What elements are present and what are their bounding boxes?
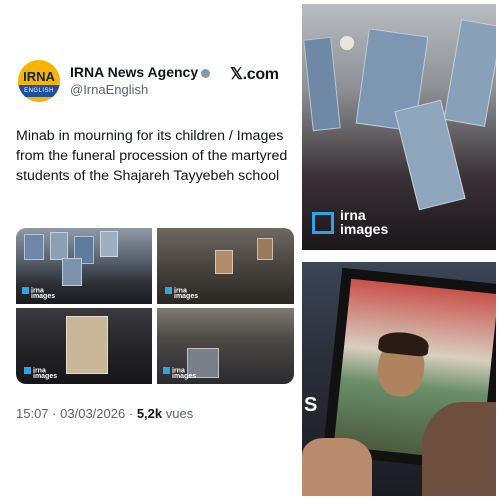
views-label: vues (165, 406, 194, 421)
held-photo (66, 316, 108, 374)
media-thumb-4[interactable]: irna images (157, 308, 294, 384)
media-grid: irna images irna images irna images irna ima… (16, 228, 294, 384)
account-handle[interactable]: @IrnaEnglish (70, 82, 148, 97)
avatar-logo-band: ENGLISH (18, 85, 60, 97)
meta-separator: · (52, 406, 57, 421)
held-photo (24, 234, 44, 260)
irna-images-watermark: irna images (163, 367, 196, 380)
verified-badge-icon (201, 68, 211, 78)
meta-separator: · (128, 406, 134, 421)
media-thumb-2[interactable]: irna images (157, 228, 294, 304)
media-thumb-1[interactable]: irna images (16, 228, 152, 304)
white-flower (340, 36, 354, 50)
tweet-date[interactable]: 03/03/2026 (60, 406, 125, 421)
irna-images-watermark: irna images (22, 287, 55, 300)
account-name-text: IRNA News Agency (70, 64, 199, 80)
held-photo (215, 250, 233, 274)
held-photo (62, 258, 82, 286)
tweet-meta: 15:07 · 03/03/2026 · 5,2k vues (16, 406, 193, 421)
tweet-time[interactable]: 15:07 (16, 406, 49, 421)
held-photo (443, 19, 496, 127)
avatar-logo-text: IRNA (23, 69, 55, 84)
mourner-head (422, 402, 496, 496)
edge-letter: S (304, 394, 318, 416)
held-photo (50, 232, 68, 260)
irna-images-watermark: irna images (24, 367, 57, 380)
held-photo (257, 238, 273, 260)
tweet-card: IRNA ENGLISH IRNA News Agency @IrnaEngli… (0, 0, 300, 500)
irna-images-watermark: irna images (165, 287, 198, 300)
photo-top-right[interactable]: irna images (302, 4, 496, 250)
tweet-text: Minab in mourning for its children / Ima… (16, 128, 288, 184)
x-logo: 𝕏.com (230, 66, 279, 83)
held-photo (100, 231, 118, 257)
avatar[interactable]: IRNA ENGLISH (18, 60, 60, 102)
mourner-hand (302, 438, 372, 496)
held-photo (303, 36, 341, 132)
views-count: 5,2k (136, 406, 163, 421)
photo-bottom-right[interactable]: S (302, 262, 496, 496)
media-thumb-3[interactable]: irna images (16, 308, 152, 384)
account-name[interactable]: IRNA News Agency (70, 64, 211, 80)
